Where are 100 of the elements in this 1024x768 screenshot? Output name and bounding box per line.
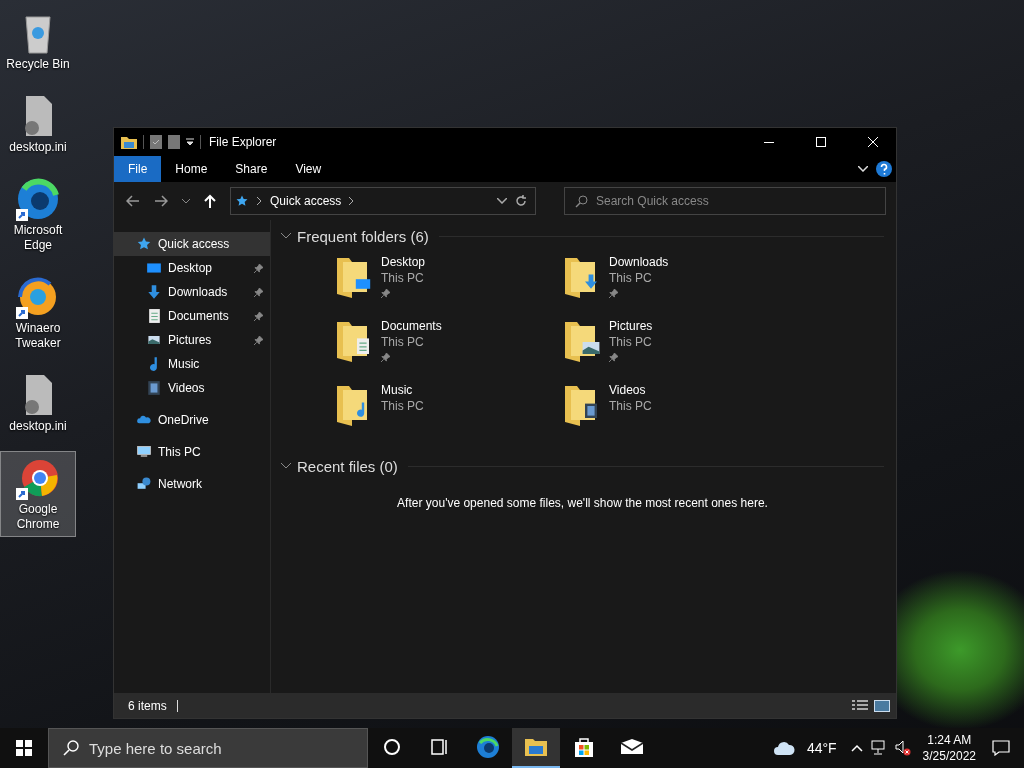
- clock-time[interactable]: 1:24 AM: [927, 732, 972, 748]
- pin-icon: [254, 311, 263, 321]
- ribbon-tab[interactable]: File: [114, 156, 162, 182]
- ribbon-tab[interactable]: Home: [161, 156, 222, 182]
- search-box[interactable]: Search Quick access: [564, 187, 886, 215]
- folder-tile[interactable]: Videos This PC: [563, 382, 791, 438]
- folder-location: This PC: [609, 398, 652, 414]
- large-icons-view-icon[interactable]: [874, 699, 890, 712]
- desktop-shortcut[interactable]: Google Chrome: [0, 451, 76, 537]
- folder-tile[interactable]: Desktop This PC: [335, 254, 563, 310]
- navigation-item[interactable]: Desktop: [114, 256, 270, 280]
- folder-location: This PC: [381, 334, 425, 350]
- search-icon: [63, 740, 79, 756]
- dropdown-caret-icon[interactable]: [497, 198, 507, 204]
- customize-toolbar-icon[interactable]: [186, 138, 194, 146]
- search-input[interactable]: Search Quick access: [596, 194, 796, 208]
- section-title[interactable]: Frequent folders (6): [297, 227, 429, 245]
- star-icon: [235, 194, 249, 208]
- address-bar[interactable]: Quick access: [230, 187, 536, 215]
- address-location[interactable]: Quick access: [270, 194, 342, 208]
- folder-tile[interactable]: Music This PC: [335, 382, 563, 438]
- desktop-shortcut[interactable]: desktop.ini: [0, 368, 76, 439]
- section-title[interactable]: Recent files (0): [297, 457, 398, 475]
- navigation-item[interactable]: Downloads: [114, 280, 270, 304]
- folder-name: Music: [381, 382, 414, 398]
- notifications-icon[interactable]: [992, 740, 1010, 756]
- ribbon-tab[interactable]: Share: [221, 156, 282, 182]
- network-icon[interactable]: [870, 740, 887, 756]
- windows-logo-icon: [16, 740, 32, 756]
- folder-tile[interactable]: Downloads This PC: [563, 254, 791, 310]
- taskbar-app-button[interactable]: [512, 728, 560, 768]
- navigation-item[interactable]: Quick access: [114, 232, 270, 256]
- folder-icon: [121, 135, 137, 149]
- pin-icon: [381, 352, 390, 362]
- navigation-label: OneDrive: [158, 413, 209, 427]
- documents-icon: [147, 308, 161, 324]
- cloud-icon: [772, 740, 795, 756]
- folder-name: Documents: [381, 318, 442, 334]
- star-icon: [136, 236, 152, 252]
- pin-icon: [609, 352, 618, 362]
- navigation-item[interactable]: Pictures: [114, 328, 270, 352]
- desktop-shortcut[interactable]: desktop.ini: [0, 89, 76, 160]
- collapse-chevron-icon[interactable]: [281, 233, 291, 239]
- pin-icon: [381, 288, 390, 298]
- cortana-icon: [381, 736, 403, 758]
- navigation-item[interactable]: Network: [114, 472, 270, 496]
- collapse-chevron-icon[interactable]: [281, 463, 291, 469]
- browser-icon: [477, 736, 499, 758]
- store-bag-icon: [573, 736, 595, 758]
- folder-location: This PC: [609, 270, 653, 286]
- taskbar-search-input[interactable]: Type here to search: [89, 739, 359, 757]
- clock-date[interactable]: 3/25/2022: [922, 748, 976, 764]
- navigation-label: Quick access: [158, 237, 230, 251]
- folder-location: This PC: [609, 334, 653, 350]
- music-icon: [150, 356, 158, 372]
- folder-name: Videos: [609, 382, 647, 398]
- navigation-item[interactable]: Videos: [114, 376, 270, 400]
- folder-location: This PC: [381, 270, 425, 286]
- chevron-right-icon: [349, 197, 355, 205]
- downloads-icon: [147, 284, 161, 300]
- navigation-label: This PC: [158, 445, 201, 459]
- pin-icon: [609, 288, 618, 298]
- chevron-up-icon[interactable]: [850, 744, 863, 752]
- pin-icon: [254, 287, 263, 297]
- navigation-label: Music: [168, 357, 201, 371]
- minimize-icon: [764, 141, 774, 143]
- recent-locations-icon[interactable]: [182, 198, 190, 204]
- help-icon[interactable]: [876, 161, 892, 177]
- desktop-shortcut[interactable]: Microsoft Edge: [0, 172, 76, 258]
- weather-temperature[interactable]: 44°F: [806, 740, 837, 756]
- navigation-item[interactable]: This PC: [114, 440, 270, 464]
- pin-icon: [254, 335, 263, 345]
- folder-tile[interactable]: Documents This PC: [335, 318, 563, 374]
- navigation-item[interactable]: OneDrive: [114, 408, 270, 432]
- details-view-icon[interactable]: [852, 699, 868, 712]
- navigation-label: Desktop: [168, 261, 214, 275]
- expand-ribbon-icon[interactable]: [858, 166, 868, 172]
- back-arrow-icon[interactable]: [126, 195, 140, 207]
- navigation-item[interactable]: Documents: [114, 304, 270, 328]
- folder-location: This PC: [381, 398, 424, 414]
- folder-icon: [525, 736, 547, 758]
- desktop-shortcut[interactable]: Recycle Bin: [0, 6, 76, 77]
- navigation-item[interactable]: Music: [114, 352, 270, 376]
- close-icon: [868, 137, 878, 147]
- videos-icon: [147, 380, 161, 396]
- muted-speaker-icon[interactable]: [894, 740, 911, 756]
- ribbon-tab[interactable]: View: [281, 156, 336, 182]
- folder-tile[interactable]: Pictures This PC: [563, 318, 791, 374]
- folder-name: Desktop: [381, 254, 426, 270]
- refresh-icon[interactable]: [515, 195, 527, 207]
- pin-icon: [254, 263, 263, 273]
- navigation-label: Network: [158, 477, 202, 491]
- navigation-label: Downloads: [168, 285, 229, 299]
- taskbar-search-box[interactable]: Type here to search: [48, 728, 368, 768]
- up-arrow-icon[interactable]: [204, 194, 216, 208]
- navigation-label: Pictures: [168, 333, 213, 347]
- folder-name: Pictures: [609, 318, 653, 334]
- desktop-shortcut[interactable]: Winaero Tweaker: [0, 270, 76, 356]
- maximize-icon: [816, 137, 826, 147]
- forward-arrow-icon[interactable]: [154, 195, 168, 207]
